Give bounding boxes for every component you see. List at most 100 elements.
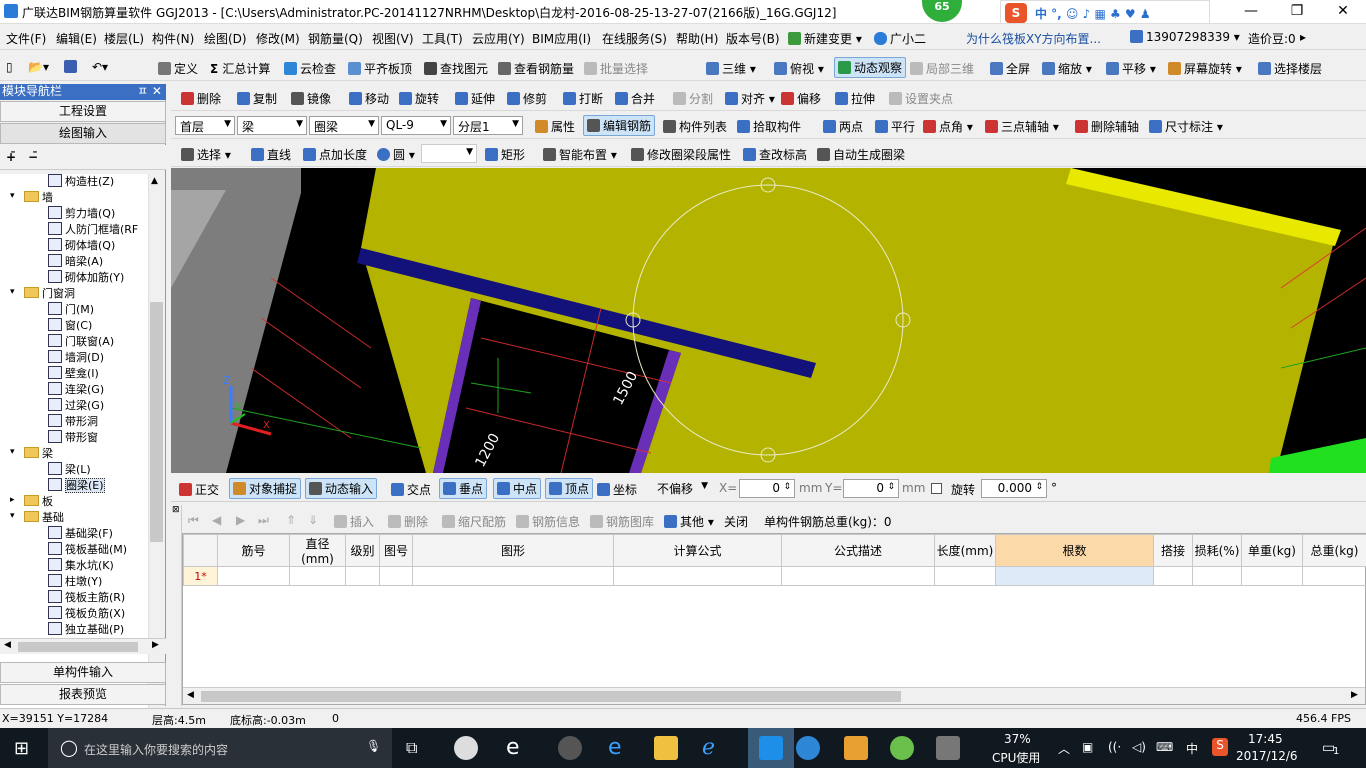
screen-rotate-button[interactable]: 屏幕旋转 ▾ (1168, 60, 1242, 77)
circle-option-select[interactable]: ▼ (421, 144, 477, 163)
rebar-info-button[interactable]: 钢筋信息 (516, 513, 580, 530)
tree-item[interactable]: 砌体墙(Q) (48, 238, 115, 254)
microphone-icon[interactable]: 🎙 (366, 739, 381, 753)
new-file-icon[interactable]: ▯ (6, 60, 13, 74)
align-button[interactable]: 对齐 ▾ (725, 90, 775, 107)
table-cell[interactable] (995, 566, 1154, 586)
offset-button[interactable]: 偏移 (781, 90, 821, 107)
notification-badge[interactable]: 65 (922, 0, 962, 22)
next-record-icon[interactable]: ▶ (236, 513, 245, 527)
tree-item[interactable]: 筏板负筋(X) (48, 606, 125, 622)
maximize-button[interactable]: ❐ (1274, 0, 1320, 24)
table-cell[interactable] (1241, 566, 1303, 586)
open-file-icon[interactable]: 📂▾ (28, 60, 49, 74)
zoom-button[interactable]: 缩放 ▾ (1042, 60, 1092, 77)
tree-hscrollbar[interactable]: ◀ ▶ (0, 638, 166, 654)
ortho-toggle[interactable]: 正交 (179, 481, 219, 498)
properties-button[interactable]: 属性 (535, 118, 575, 135)
delete-button[interactable]: 删除 (181, 90, 221, 107)
type-select[interactable]: 圈梁 ▼ (309, 116, 379, 135)
trim-button[interactable]: 修剪 (507, 90, 547, 107)
column-header[interactable]: 搭接 (1153, 534, 1193, 567)
table-cell[interactable] (289, 566, 346, 586)
table-cell[interactable] (934, 566, 996, 586)
network-tray-icon[interactable]: ▣ (1082, 740, 1093, 754)
minimize-button[interactable]: — (1228, 0, 1274, 24)
delete-axis-button[interactable]: 删除辅轴 (1075, 118, 1139, 135)
edge-legacy-icon[interactable]: e (506, 736, 530, 760)
task-view-icon[interactable]: ⧉ (406, 738, 417, 758)
tree-item[interactable]: 人防门框墙(RF (48, 222, 138, 238)
menu-view[interactable]: 视图(V) (372, 30, 414, 47)
3d-button[interactable]: 三维 ▾ (706, 60, 756, 77)
tree-item[interactable]: 连梁(G) (48, 382, 104, 398)
last-record-icon[interactable]: ⏭ (258, 513, 269, 528)
report-preview-button[interactable]: 报表预览 (0, 684, 166, 705)
sogou-tray-icon[interactable]: S (1212, 738, 1228, 756)
midpoint-snap[interactable]: 中点 (493, 478, 542, 499)
spin-icon[interactable]: ⇕ (783, 482, 791, 492)
green-app-icon[interactable] (890, 736, 914, 760)
menu-online[interactable]: 在线服务(S) (602, 30, 667, 47)
cpu-usage-widget[interactable]: 37% CPU使用 (984, 728, 1048, 768)
rectangle-button[interactable]: 矩形 (485, 146, 525, 163)
tray-expand-icon[interactable]: ︿ (1058, 740, 1070, 757)
tree-toggle-icon[interactable]: ▾ (10, 192, 19, 201)
table-cell[interactable] (1192, 566, 1242, 586)
scroll-up-icon[interactable]: ▲ (151, 176, 158, 186)
offset-select[interactable]: 不偏移 ▼ (653, 479, 711, 498)
modify-ring-beam-props-button[interactable]: 修改圈梁段属性 (631, 146, 731, 163)
scroll-right-icon[interactable]: ▶ (152, 640, 159, 650)
table-cell[interactable] (217, 566, 290, 586)
pick-component-button[interactable]: 拾取构件 (737, 118, 801, 135)
tree-item[interactable]: 剪力墙(Q) (48, 206, 115, 222)
browser-icon[interactable] (558, 736, 582, 760)
tree-item[interactable]: 门(M) (48, 302, 94, 318)
extend-button[interactable]: 延伸 (455, 90, 495, 107)
undo-icon[interactable]: ↶▾ (92, 60, 108, 74)
3d-view[interactable]: 1500 1200 Z Y X (171, 168, 1366, 473)
menu-help[interactable]: 帮助(H) (676, 30, 718, 47)
move-down-icon[interactable]: ⇓ (308, 513, 318, 527)
menu-version[interactable]: 版本号(B) (726, 30, 780, 47)
tree-toggle-icon[interactable]: ▾ (10, 448, 19, 457)
y-input[interactable]: 0 ⇕ (843, 479, 899, 498)
tree-item[interactable]: 圈梁(E) (48, 478, 105, 494)
clock-time[interactable]: 17:45 (1248, 732, 1283, 746)
split-button[interactable]: 分割 (673, 90, 713, 107)
tree-item[interactable]: 砌体加筋(Y) (48, 270, 124, 286)
tree-folder[interactable]: 梁 (24, 446, 53, 462)
tree-item[interactable]: 筏板基础(M) (48, 542, 127, 558)
column-header[interactable]: 单重(kg) (1241, 534, 1303, 567)
scale-rebar-button[interactable]: 缩尺配筋 (442, 513, 506, 530)
parallel-axis-button[interactable]: 平行 (875, 118, 915, 135)
grid-hscrollbar[interactable]: ◀ ▶ (183, 687, 1365, 704)
taskbar-search-box[interactable]: ◯ 在这里输入你要搜索的内容 🎙 (48, 728, 392, 768)
summary-calc-button[interactable]: Σ 汇总计算 (210, 60, 270, 77)
scroll-left-icon[interactable]: ◀ (187, 690, 194, 700)
tree-item[interactable]: 梁(L) (48, 462, 91, 478)
edge-icon[interactable]: e (608, 736, 632, 760)
floor-select[interactable]: 首层 ▼ (175, 116, 235, 135)
ie-icon[interactable]: ℯ (702, 736, 726, 760)
menu-rebar[interactable]: 钢筋量(Q) (308, 30, 363, 47)
tree-toggle-icon[interactable]: ▾ (10, 512, 19, 521)
keyboard-icon[interactable]: ⌨ (1156, 740, 1173, 754)
hscroll-thumb[interactable] (18, 642, 138, 652)
tree-folder[interactable]: 板 (24, 494, 53, 510)
ime-mode-icon[interactable]: 中 °, ☺ ♪ ▦ ♣ ♥ ♟ (1035, 5, 1151, 22)
table-cell[interactable] (781, 566, 935, 586)
question-app-icon[interactable] (936, 736, 960, 760)
dimension-button[interactable]: 尺寸标注 ▾ (1149, 118, 1223, 135)
menu-file[interactable]: 文件(F) (6, 30, 46, 47)
bean-icon[interactable]: ▸ (1300, 30, 1306, 44)
assistant-button[interactable]: 广小二 (874, 30, 926, 47)
mirror-button[interactable]: 镜像 (291, 90, 331, 107)
column-header[interactable]: 总重(kg) (1302, 534, 1366, 567)
set-grip-button[interactable]: 设置夹点 (889, 90, 953, 107)
grid-hscroll-thumb[interactable] (201, 691, 901, 702)
user-account[interactable]: 13907298339 ▾ (1130, 30, 1240, 44)
view-rebar-button[interactable]: 查看钢筋量 (498, 60, 574, 77)
windows-start-icon[interactable]: ⊞ (14, 738, 29, 759)
tree-item[interactable]: 窗(C) (48, 318, 92, 334)
